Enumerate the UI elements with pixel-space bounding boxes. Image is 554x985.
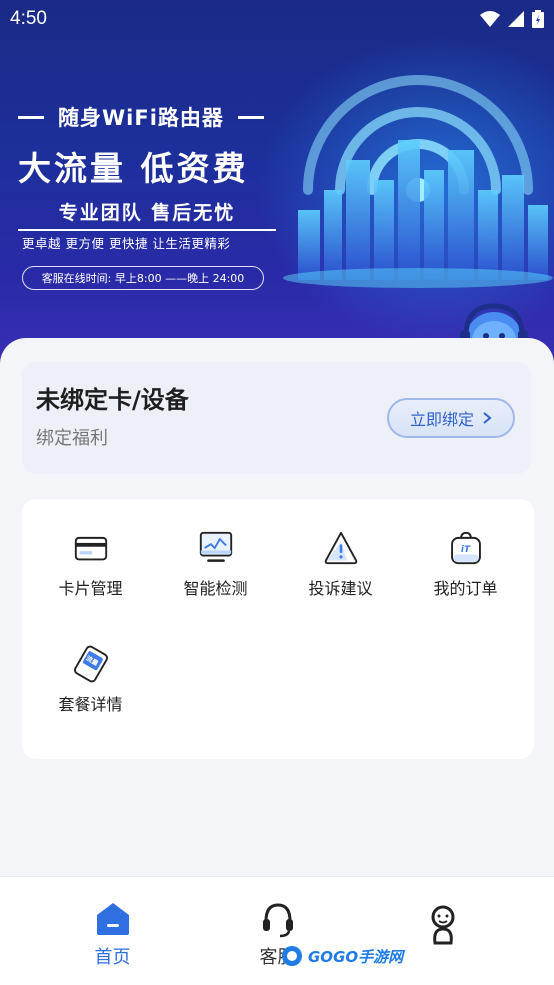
bind-device-card[interactable]: 未绑定卡/设备 绑定福利 立即绑定 [22, 362, 531, 474]
signal-icon [508, 11, 524, 27]
wifi-icon [480, 11, 500, 27]
feature-complaints[interactable]: 投诉建议 [278, 499, 403, 599]
feature-plan-details[interactable]: 流量 套餐详情 [28, 615, 153, 715]
feature-my-orders[interactable]: iT 我的订单 [403, 499, 528, 599]
banner-product: 随身WiFi路由器 [58, 106, 224, 130]
dash-left [18, 115, 44, 119]
nav-tab-support[interactable]: 客服 [185, 877, 370, 985]
card-icon [74, 536, 107, 561]
ticket-icon: 流量 [73, 645, 108, 683]
feature-card-management[interactable]: 卡片管理 [28, 499, 153, 599]
banner-team-line: 专业团队 售后无忧 [18, 198, 276, 231]
banner-product-line: 随身WiFi路由器 [18, 102, 264, 132]
status-icons [480, 10, 544, 28]
monitor-icon [199, 531, 232, 562]
svg-text:iT: iT [460, 545, 470, 555]
profile-icon [431, 905, 454, 945]
bottom-nav: 首页 客服 [0, 876, 554, 985]
home-icon [96, 903, 129, 935]
bind-now-label: 立即绑定 [409, 410, 474, 429]
feature-label: 投诉建议 [308, 579, 373, 598]
bind-card-subtitle: 绑定福利 [36, 428, 108, 449]
bind-card-title: 未绑定卡/设备 [36, 386, 189, 414]
bind-now-button[interactable]: 立即绑定 [387, 398, 515, 438]
hero-banner[interactable]: 4:50 随身WiFi路由器 大流量 低资费 专业团队 售后无忧 更卓越 更方便… [0, 0, 554, 372]
nav-tab-home[interactable]: 首页 [20, 877, 205, 985]
feature-label: 套餐详情 [58, 695, 123, 714]
status-time: 4:50 [10, 8, 47, 29]
service-hours-badge: 客服在线时间: 早上8:00 ——晚上 24:00 [22, 266, 264, 290]
chevron-right-icon [483, 412, 492, 424]
watermark-text: GOGO手游网 [308, 947, 404, 966]
wifi-city-illustration [283, 75, 553, 288]
status-bar: 4:50 [0, 0, 554, 38]
banner-main-headline: 大流量 低资费 [18, 149, 249, 188]
nav-tab-profile[interactable] [350, 877, 535, 985]
watermark-logo-icon [282, 946, 302, 966]
feature-label: 我的订单 [433, 579, 498, 598]
headset-icon [262, 903, 293, 938]
feature-smart-detection[interactable]: 智能检测 [153, 499, 278, 599]
banner-slogan: 更卓越 更方便 更快捷 让生活更精彩 [22, 236, 231, 251]
nav-label-home: 首页 [94, 947, 131, 968]
watermark: GOGO手游网 [280, 944, 403, 968]
warning-icon [324, 531, 357, 565]
feature-label: 卡片管理 [58, 579, 123, 598]
dash-right [237, 115, 264, 119]
battery-icon [532, 10, 544, 28]
feature-label: 智能检测 [183, 579, 248, 598]
bag-icon: iT [450, 531, 481, 565]
feature-grid: 卡片管理 智能检测 投诉建议 iT 我的订单 流量 套餐详情 [22, 499, 534, 759]
